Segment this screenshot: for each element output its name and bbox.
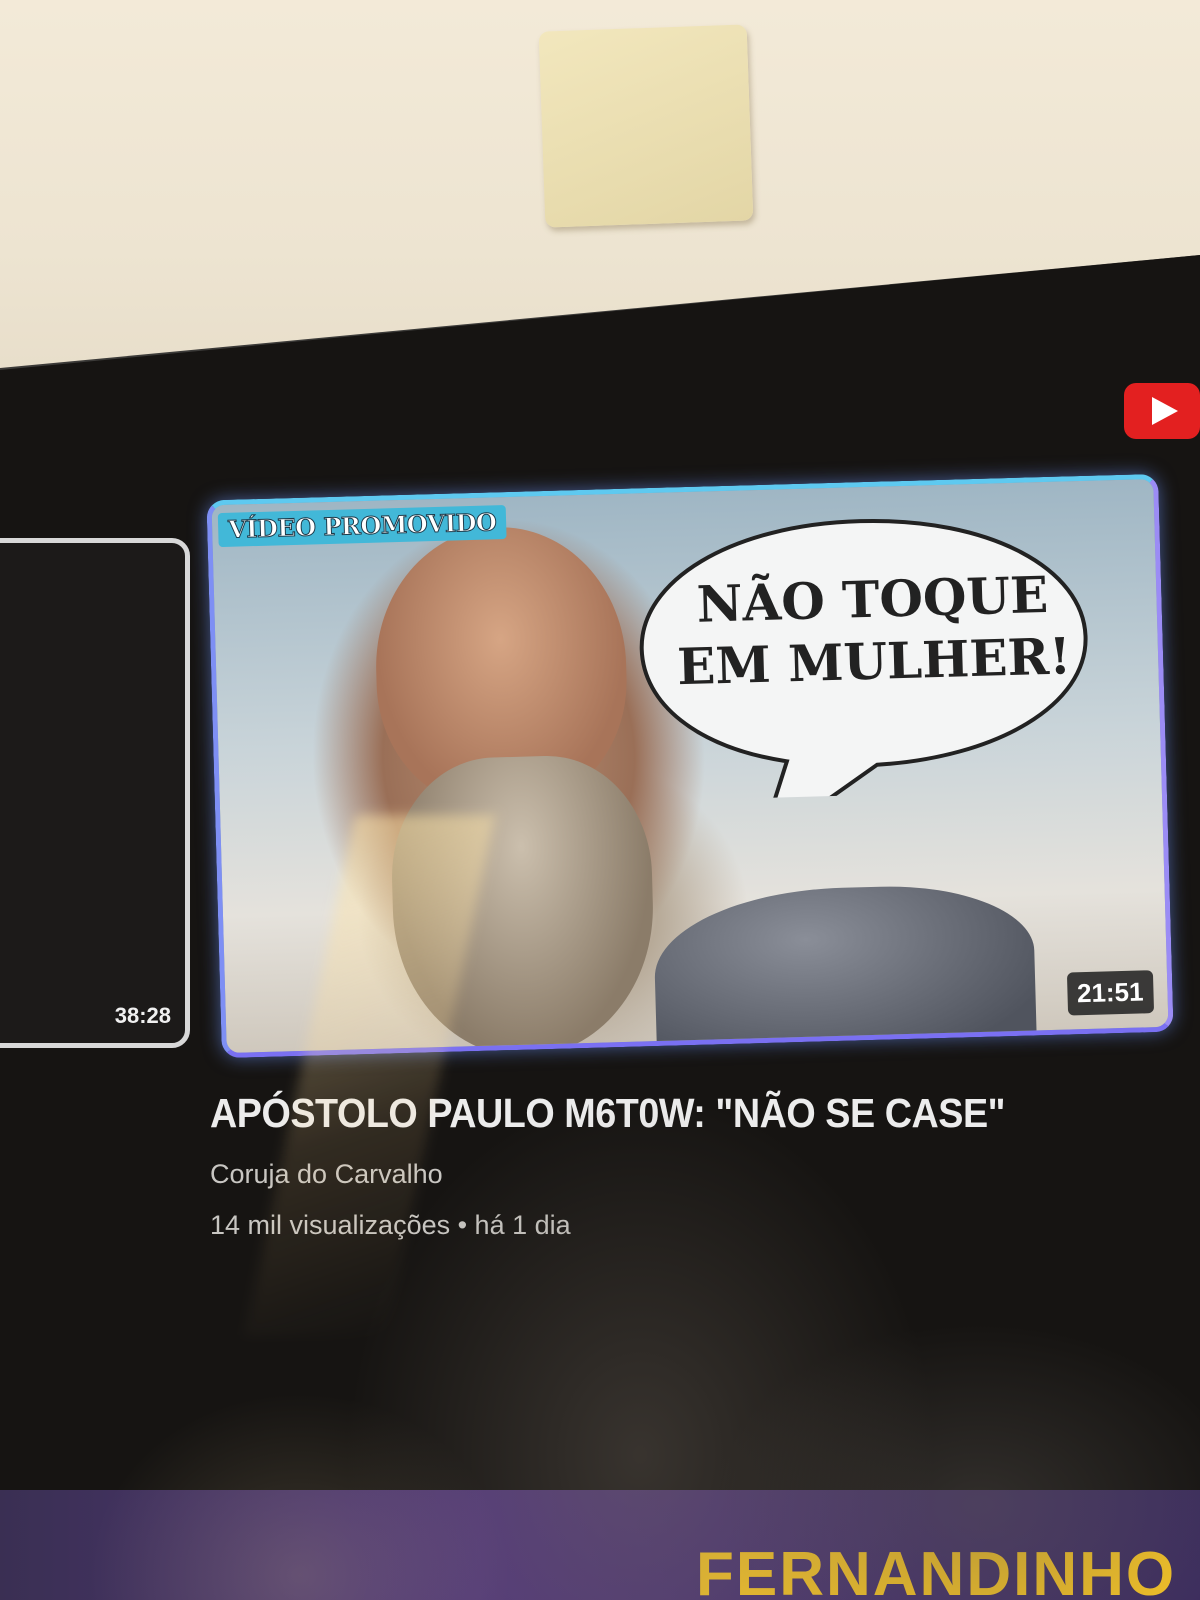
next-row-title: FERNANDINHO — [696, 1540, 1177, 1600]
thumbnail-caption-line1: NÃO TOQUE — [695, 564, 1049, 634]
previous-video-duration: 38:28 — [114, 1003, 171, 1028]
video-stats: 14 mil visualizações • há 1 dia — [210, 1210, 571, 1240]
tv-screen: 38:28 NÃO TOQUE EM MULHER! VÍDEO PROMOVI… — [0, 255, 1200, 1600]
video-duration: 21:51 — [1066, 970, 1155, 1016]
video-meta: APÓSTOLO PAULO M6T0W: "NÃO SE CASE" Coru… — [210, 1090, 1190, 1241]
wall-outlet-cover — [538, 24, 754, 228]
featured-video-card[interactable]: NÃO TOQUE EM MULHER! VÍDEO PROMOVIDO 21:… — [206, 473, 1174, 1059]
video-title: APÓSTOLO PAULO M6T0W: "NÃO SE CASE" — [210, 1090, 1006, 1136]
thumbnail-caption: NÃO TOQUE EM MULHER! — [662, 563, 1085, 699]
previous-video-card[interactable]: 38:28 — [0, 538, 190, 1048]
channel-name: Coruja do Carvalho — [210, 1159, 443, 1189]
thumbnail-caption-line2: EM MULHER! — [676, 626, 1072, 697]
youtube-logo-icon — [1124, 383, 1200, 439]
